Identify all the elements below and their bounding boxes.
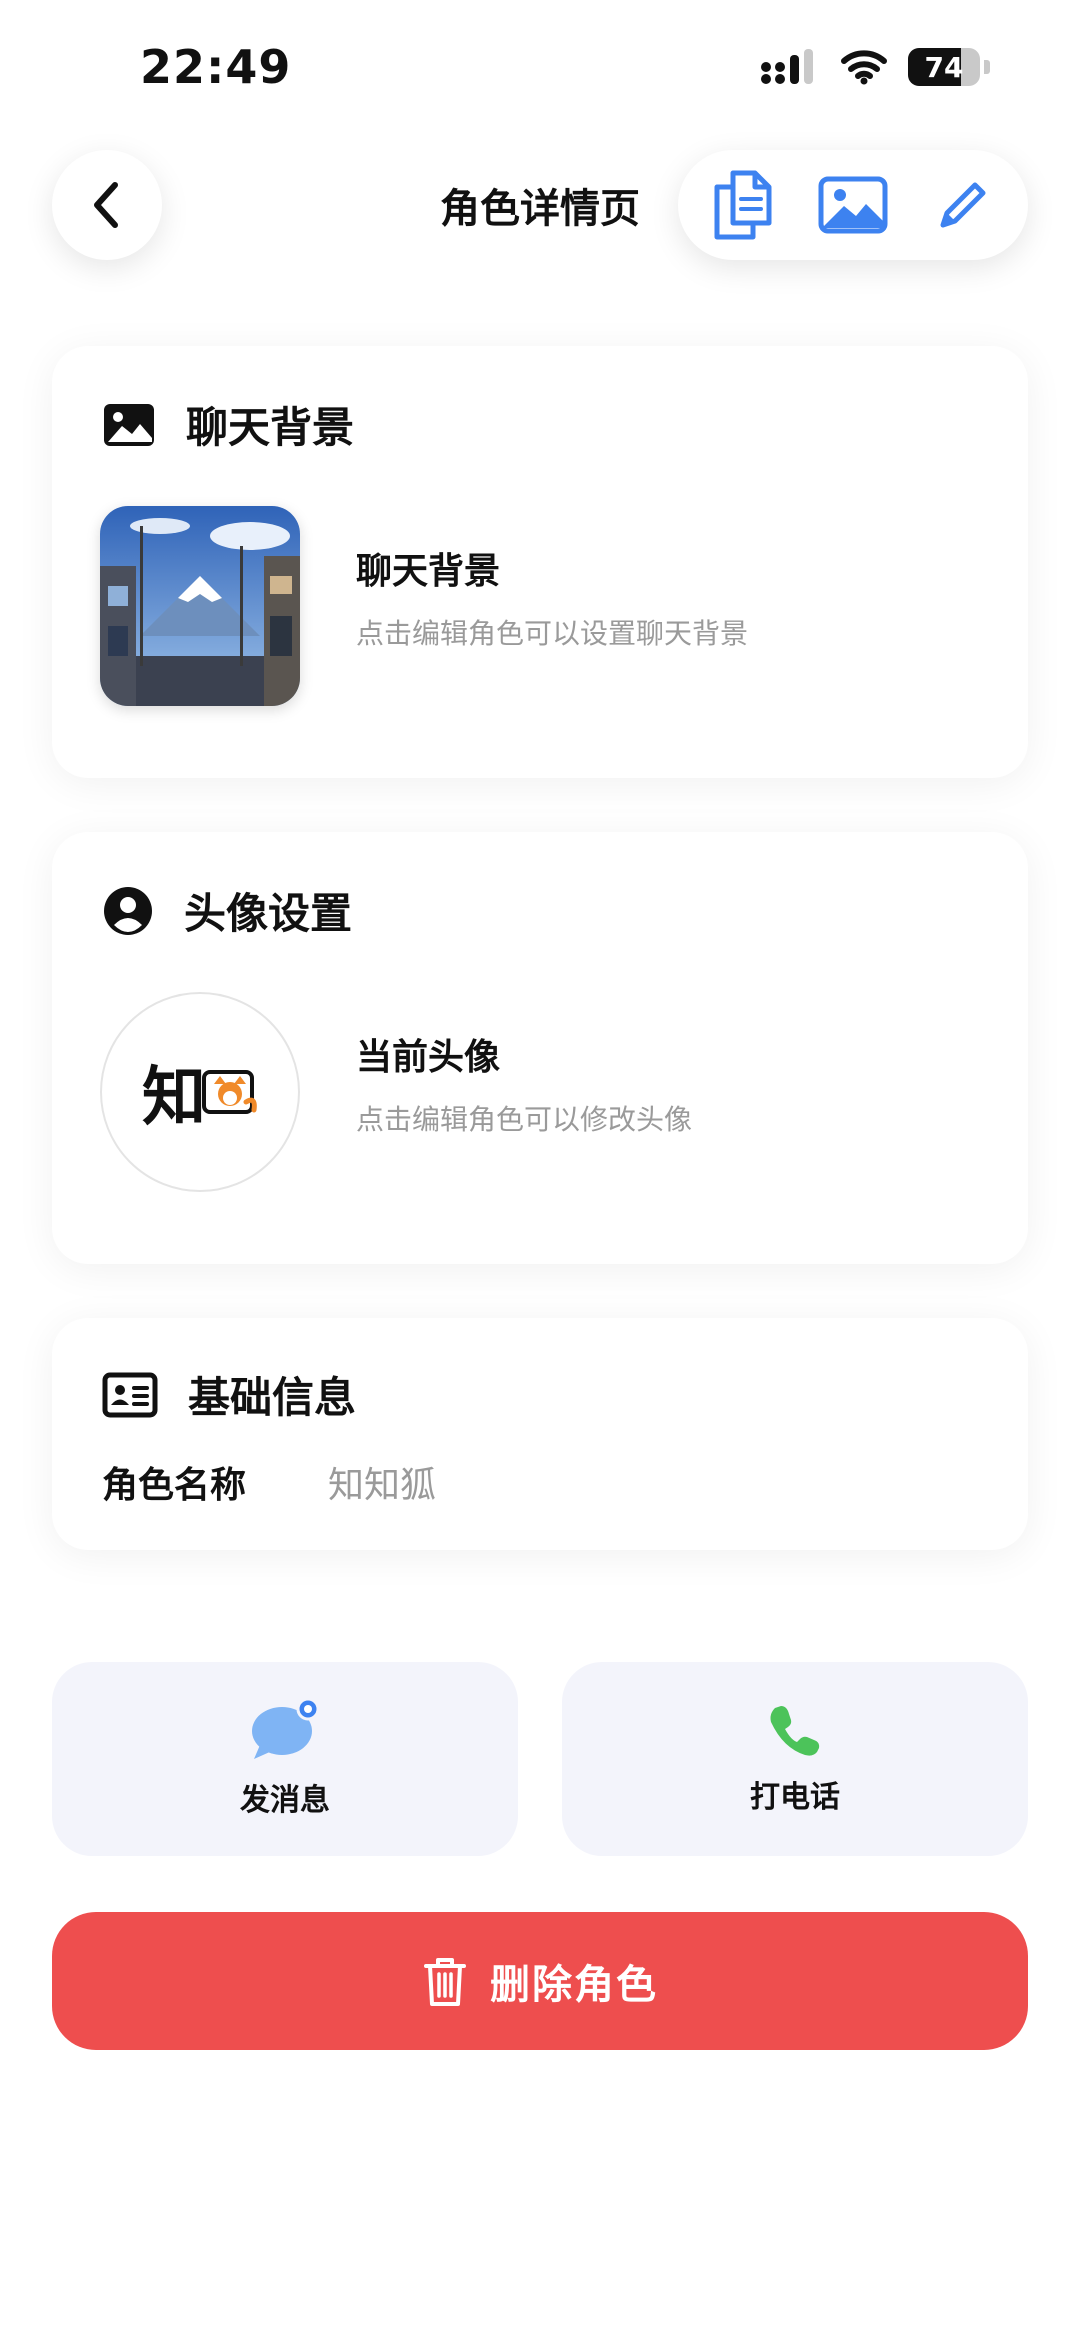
chat-background-thumbnail[interactable] xyxy=(100,506,300,706)
avatar-logo-text: 知 xyxy=(142,1061,206,1135)
call-label: 打电话 xyxy=(750,1780,840,1815)
chat-background-card[interactable]: 聊天背景 聊天背景 点击编辑角色可以设置聊天背景 xyxy=(52,346,1028,778)
battery-indicator: 74 xyxy=(908,48,980,86)
send-message-button[interactable]: 发消息 xyxy=(52,1662,518,1856)
copy-icon xyxy=(714,170,772,240)
phone-icon xyxy=(770,1706,820,1756)
delete-role-button[interactable]: 删除角色 xyxy=(52,1912,1028,2050)
id-card-icon xyxy=(102,1372,158,1417)
fox-logo-icon xyxy=(202,1070,257,1114)
section-title: 基础信息 xyxy=(188,1373,357,1422)
background-image-button[interactable] xyxy=(813,165,893,245)
cellular-signal-icon xyxy=(761,49,813,84)
edit-icon xyxy=(940,182,986,228)
avatar-hint: 点击编辑角色可以修改头像 xyxy=(356,1103,693,1136)
chat-background-title: 聊天背景 xyxy=(356,551,501,592)
current-avatar-title: 当前头像 xyxy=(356,1037,501,1078)
copy-button[interactable] xyxy=(703,165,783,245)
chat-background-hint: 点击编辑角色可以设置聊天背景 xyxy=(356,617,749,650)
user-circle-icon xyxy=(104,886,152,935)
basic-info-card: 基础信息 角色名称 知知狐 xyxy=(52,1318,1028,1550)
trash-icon xyxy=(424,1958,466,2006)
wifi-icon xyxy=(841,50,887,85)
header-actions xyxy=(678,150,1028,260)
delete-role-label: 删除角色 xyxy=(490,1962,658,2008)
edit-button[interactable] xyxy=(923,165,1003,245)
role-name-value: 知知狐 xyxy=(328,1465,437,1506)
battery-percent: 74 xyxy=(924,50,964,84)
image-icon xyxy=(818,176,888,234)
send-message-label: 发消息 xyxy=(240,1783,330,1818)
call-button[interactable]: 打电话 xyxy=(562,1662,1028,1856)
section-title: 头像设置 xyxy=(184,889,353,938)
mountain-street-thumbnail xyxy=(100,506,300,706)
battery-cap xyxy=(984,60,990,74)
section-title: 聊天背景 xyxy=(186,403,355,452)
role-name-label: 角色名称 xyxy=(102,1465,247,1506)
avatar-settings-card[interactable]: 头像设置 知 当前头像 点击编辑角色可以修改头像 xyxy=(52,832,1028,1264)
status-icons: 74 xyxy=(760,48,990,86)
status-time: 22:49 xyxy=(140,40,292,94)
avatar[interactable]: 知 xyxy=(100,992,300,1192)
image-icon xyxy=(104,403,154,446)
message-bubble-icon xyxy=(252,1699,320,1759)
